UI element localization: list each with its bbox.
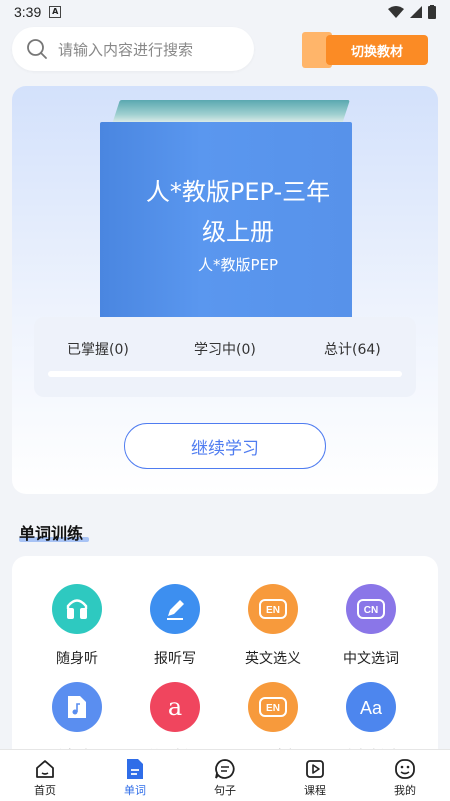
switch-textbook-button[interactable]: 切换教材: [302, 30, 434, 70]
signal-icon: [410, 6, 422, 18]
search-icon: [27, 39, 47, 59]
continue-learning-button[interactable]: 继续学习: [124, 423, 326, 469]
textbook-card: 人*教版PEP-三年 级上册 人*教版PEP 已掌握(0) 学习中(0) 总计(…: [12, 86, 438, 494]
search-bar[interactable]: 请输入内容进行搜索: [12, 27, 254, 71]
svg-text:CN: CN: [364, 605, 378, 616]
tile-english-choice[interactable]: EN 英文选义: [228, 584, 318, 668]
tab-label: 单词: [124, 784, 146, 797]
tab-label: 我的: [394, 784, 416, 797]
tile-label: 英文选义: [245, 651, 301, 667]
letter-a-icon: a: [150, 682, 200, 732]
stats-panel: 已掌握(0) 学习中(0) 总计(64): [34, 317, 416, 397]
tab-home[interactable]: 首页: [20, 756, 70, 798]
tile-label: 随身听: [56, 651, 98, 667]
tab-label: 课程: [304, 784, 326, 797]
book-title-line1: 人*教版PEP-三年: [145, 178, 331, 206]
section-title: 单词训练: [19, 524, 84, 543]
book-title-line2: 级上册: [202, 218, 274, 246]
tile-listen-choice[interactable]: 听音选义: [32, 682, 122, 756]
tab-sentences[interactable]: 句子: [200, 756, 250, 798]
document-icon: [110, 756, 160, 782]
tile-label: 中文选词: [343, 651, 399, 667]
aa-icon: Aa: [346, 682, 396, 732]
training-grid: 随身听 报听写 EN 英文选义 CN 中文选词 听音选义 a 单词拼图 EN: [12, 556, 438, 756]
svg-text:a: a: [168, 694, 182, 720]
tile-label: 报听写: [154, 651, 196, 667]
tile-phonetics[interactable]: EN 国际音标: [228, 682, 318, 756]
play-icon: [290, 756, 340, 782]
book-pages: [112, 100, 350, 124]
status-bar: 3:39 A: [0, 0, 450, 24]
en-icon: EN: [248, 682, 298, 732]
progress-bar: [48, 371, 402, 377]
tab-words[interactable]: 单词: [110, 756, 160, 798]
book-title: 人*教版PEP-三年 级上册: [116, 172, 360, 252]
total-count: 总计(64): [324, 342, 381, 358]
tab-profile[interactable]: 我的: [380, 756, 430, 798]
svg-text:Aa: Aa: [360, 698, 383, 718]
status-icons: [388, 5, 436, 19]
headphones-icon: [52, 584, 102, 634]
learning-count: 学习中(0): [194, 342, 256, 358]
pencil-icon: [150, 584, 200, 634]
tile-word-puzzle[interactable]: a 单词拼图: [130, 682, 220, 756]
book-subtitle: 人*教版PEP: [197, 256, 279, 274]
tile-phonics[interactable]: Aa 自然拼读: [326, 682, 416, 756]
tile-dictation[interactable]: 报听写: [130, 584, 220, 668]
search-input[interactable]: 请输入内容进行搜索: [58, 39, 193, 60]
a-icon: A: [49, 6, 62, 18]
tile-chinese-choice[interactable]: CN 中文选词: [326, 584, 416, 668]
tab-courses[interactable]: 课程: [290, 756, 340, 798]
svg-text:EN: EN: [266, 605, 280, 616]
switch-textbook-label: 切换教材: [326, 35, 428, 65]
home-icon: [20, 756, 70, 782]
smile-icon: [380, 756, 430, 782]
music-file-icon: [52, 682, 102, 732]
status-time: 3:39: [14, 4, 42, 20]
tab-label: 句子: [214, 784, 236, 797]
en-icon: EN: [248, 584, 298, 634]
chat-icon: [200, 756, 250, 782]
cn-icon: CN: [346, 584, 396, 634]
battery-icon: [428, 5, 436, 19]
bottom-tab-bar: 首页 单词 句子 课程 我的: [0, 749, 450, 801]
svg-text:EN: EN: [266, 703, 280, 714]
wifi-icon: [388, 6, 404, 18]
mastered-count: 已掌握(0): [67, 342, 129, 358]
tab-label: 首页: [34, 784, 56, 797]
tile-listen[interactable]: 随身听: [32, 584, 122, 668]
